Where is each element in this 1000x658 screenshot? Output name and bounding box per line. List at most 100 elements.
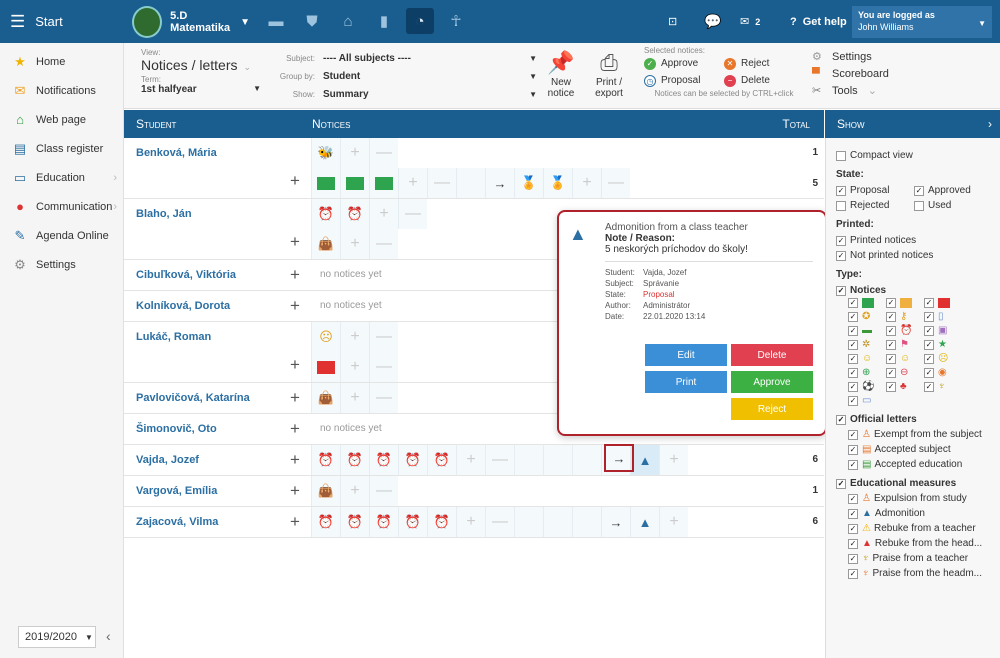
filter-key[interactable]: ⚷ bbox=[886, 311, 924, 322]
filter-happy-face[interactable]: ☺ bbox=[848, 353, 886, 364]
sidebar-item-settings[interactable]: ⚙ Settings bbox=[0, 250, 123, 279]
plus-icon[interactable]: + bbox=[369, 199, 398, 229]
filter-clock-circle[interactable]: ◉ bbox=[924, 367, 962, 378]
filter-bag[interactable]: ▣ bbox=[924, 325, 962, 336]
people-icon[interactable]: ☥ bbox=[442, 8, 470, 34]
checkbox[interactable] bbox=[924, 353, 934, 364]
plus-icon[interactable]: + bbox=[398, 168, 427, 198]
print-export-button[interactable]: ⎙ Print / export bbox=[586, 49, 632, 99]
settings-link[interactable]: ⚙ Settings bbox=[812, 48, 889, 65]
chat-icon[interactable]: 💬 bbox=[704, 0, 721, 43]
checkbox[interactable] bbox=[848, 459, 858, 470]
alarm-clock-icon[interactable]: ⏰ bbox=[311, 199, 340, 229]
mail-button[interactable]: ✉ 2 bbox=[740, 0, 760, 43]
student-name[interactable]: Vargová, Emília bbox=[136, 485, 217, 497]
bag-icon[interactable]: 👜 bbox=[311, 383, 340, 413]
plus-icon[interactable]: + bbox=[340, 476, 369, 506]
filter-star[interactable]: ★ bbox=[924, 339, 962, 350]
checkbox[interactable] bbox=[848, 553, 858, 564]
plus-icon[interactable]: + bbox=[340, 138, 369, 168]
filter-sad-face[interactable]: ☹ bbox=[924, 353, 962, 364]
building-icon[interactable]: ⌂ bbox=[334, 8, 362, 34]
filter-shoe[interactable]: ▬ bbox=[848, 325, 886, 336]
arrow-right-icon[interactable]: → bbox=[485, 168, 514, 198]
filter-red-card[interactable] bbox=[924, 298, 962, 308]
checkbox[interactable] bbox=[924, 298, 934, 308]
student-name[interactable]: Vajda, Jozef bbox=[136, 454, 199, 466]
checkbox[interactable] bbox=[848, 444, 858, 455]
checkbox[interactable] bbox=[836, 478, 846, 489]
plus-icon[interactable]: + bbox=[340, 383, 369, 413]
green-card-icon[interactable] bbox=[340, 168, 369, 198]
approved-checkbox[interactable]: Approved bbox=[914, 185, 971, 196]
approve-button[interactable]: Approve bbox=[731, 371, 813, 393]
student-name[interactable]: Cibuľková, Viktória bbox=[136, 269, 236, 281]
filter-trophy[interactable]: ♆ bbox=[924, 381, 962, 392]
add-notice-button[interactable]: + bbox=[290, 481, 300, 501]
checkbox[interactable] bbox=[836, 185, 846, 196]
checkbox[interactable] bbox=[924, 339, 934, 350]
briefcase-icon[interactable]: ▬ bbox=[262, 8, 290, 34]
exempt-checkbox[interactable]: ♙Exempt from the subject bbox=[848, 427, 990, 442]
plus-icon[interactable]: + bbox=[659, 507, 688, 537]
add-notice-button[interactable]: + bbox=[290, 355, 300, 375]
add-notice-button[interactable]: + bbox=[290, 171, 300, 191]
checkbox[interactable] bbox=[836, 414, 846, 425]
checkbox[interactable] bbox=[886, 325, 896, 336]
checkbox[interactable] bbox=[836, 150, 846, 161]
plus-icon[interactable]: + bbox=[572, 168, 601, 198]
plus-icon[interactable]: + bbox=[659, 445, 688, 475]
compact-view-checkbox[interactable]: Compact view bbox=[836, 148, 990, 163]
rebuke-teacher-checkbox[interactable]: ⚠Rebuke from a teacher bbox=[848, 521, 990, 536]
sad-face-icon[interactable]: ☹ bbox=[311, 322, 340, 352]
edit-button[interactable]: Edit bbox=[645, 344, 727, 366]
red-card-icon[interactable] bbox=[311, 352, 340, 382]
checkbox[interactable] bbox=[886, 311, 896, 322]
student-name[interactable]: Lukáč, Roman bbox=[136, 331, 211, 343]
view-select[interactable]: Notices / letters ⌄ bbox=[141, 57, 261, 73]
add-notice-button[interactable]: + bbox=[290, 450, 300, 470]
filter-flag[interactable]: ⚑ bbox=[886, 339, 924, 350]
add-notice-button[interactable]: + bbox=[290, 296, 300, 316]
class-selector[interactable]: 5.D Matematika ▼ bbox=[132, 6, 250, 38]
checkbox[interactable] bbox=[848, 367, 858, 378]
sidebar-item-education[interactable]: ▭ Education › bbox=[0, 163, 123, 192]
filter-ball[interactable]: ⚽ bbox=[848, 381, 886, 392]
sidebar-item-communication[interactable]: ● Communication › bbox=[0, 192, 123, 221]
checkbox[interactable] bbox=[848, 508, 858, 519]
green-card-icon[interactable] bbox=[311, 168, 340, 198]
plus-icon[interactable]: + bbox=[340, 229, 369, 259]
add-notice-button[interactable]: + bbox=[290, 232, 300, 252]
alarm-clock-icon[interactable]: ⏰ bbox=[398, 445, 427, 475]
clock-icon[interactable]: ◔ bbox=[406, 8, 434, 34]
admonition-icon[interactable]: ▲ bbox=[630, 445, 659, 475]
not-printed-checkbox[interactable]: Not printed notices bbox=[836, 248, 990, 263]
alarm-clock-icon[interactable]: ⏰ bbox=[427, 445, 456, 475]
alarm-clock-icon[interactable]: ⏰ bbox=[398, 507, 427, 537]
praise-head-checkbox[interactable]: ♆Praise from the headm... bbox=[848, 566, 990, 581]
checkbox[interactable] bbox=[848, 493, 858, 504]
delete-button[interactable]: Delete bbox=[731, 344, 813, 366]
checkbox[interactable] bbox=[914, 185, 924, 196]
sidebar-item-notifications[interactable]: ✉ Notifications bbox=[0, 76, 123, 105]
checkbox[interactable] bbox=[848, 538, 858, 549]
new-notice-button[interactable]: 📌 New notice bbox=[538, 49, 584, 99]
student-name[interactable]: Benková, Mária bbox=[136, 147, 217, 159]
filter-plus-circle[interactable]: ⊕ bbox=[848, 367, 886, 378]
medal-icon[interactable]: 🏅 bbox=[514, 168, 543, 198]
notices-type-checkbox[interactable]: Notices bbox=[836, 283, 990, 298]
reject-button[interactable]: Reject bbox=[731, 398, 813, 420]
checkbox[interactable] bbox=[848, 311, 858, 322]
groupby-filter[interactable]: Group by: Student ▼ bbox=[277, 67, 537, 85]
filter-bee[interactable]: ✲ bbox=[848, 339, 886, 350]
filter-yellow-card[interactable] bbox=[886, 298, 924, 308]
plus-icon[interactable]: + bbox=[456, 507, 485, 537]
screen-icon[interactable]: ⊡ bbox=[668, 0, 677, 43]
scoreboard-link[interactable]: ▀ Scoreboard bbox=[812, 65, 889, 82]
checkbox[interactable] bbox=[848, 395, 858, 406]
reject-action[interactable]: ✕ Reject bbox=[724, 55, 770, 72]
checkbox[interactable] bbox=[914, 200, 924, 211]
filter-green-card[interactable] bbox=[848, 298, 886, 308]
checkbox[interactable] bbox=[848, 429, 858, 440]
checkbox[interactable] bbox=[886, 367, 896, 378]
